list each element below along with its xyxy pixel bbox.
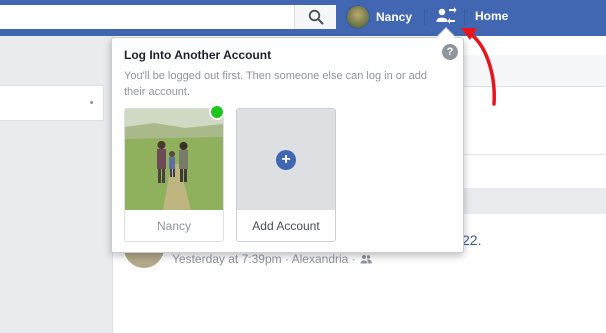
top-navigation-bar: Nancy Home (0, 0, 606, 36)
online-status-indicator (209, 104, 225, 120)
more-dot-icon (90, 101, 93, 104)
post-meta: Yesterday at 7:39pm · Alexandria · (172, 252, 372, 266)
left-sidebar (0, 36, 112, 333)
avatar (346, 5, 370, 29)
account-name: Nancy (156, 218, 191, 233)
profile-name: Nancy (376, 10, 413, 24)
account-card-nancy[interactable]: Nancy (124, 108, 224, 242)
account-photo (125, 109, 223, 210)
switch-account-dropdown: Log Into Another Account ? You'll be log… (111, 27, 464, 253)
post-title[interactable]: 22. (462, 232, 481, 248)
dropdown-description: You'll be logged out first. Then someone… (124, 70, 427, 98)
add-account-label: Add Account (252, 218, 320, 233)
search-icon (308, 9, 323, 25)
dropdown-title: Log Into Another Account (124, 48, 272, 62)
search-input[interactable] (0, 5, 336, 29)
profile-link[interactable]: Nancy (346, 4, 412, 30)
nav-divider (424, 9, 425, 25)
friends-audience-icon (360, 255, 372, 264)
annotation-arrow-icon (461, 28, 496, 106)
post-timestamp: Yesterday at 7:39pm · Alexandria · (172, 252, 356, 266)
plus-icon: + (276, 149, 296, 170)
add-account-button[interactable]: + Add Account (236, 108, 336, 242)
left-sidebar-item[interactable] (0, 85, 104, 121)
add-account-area: + (237, 109, 335, 210)
account-switch-icon (436, 7, 457, 24)
search-button[interactable] (294, 5, 336, 29)
